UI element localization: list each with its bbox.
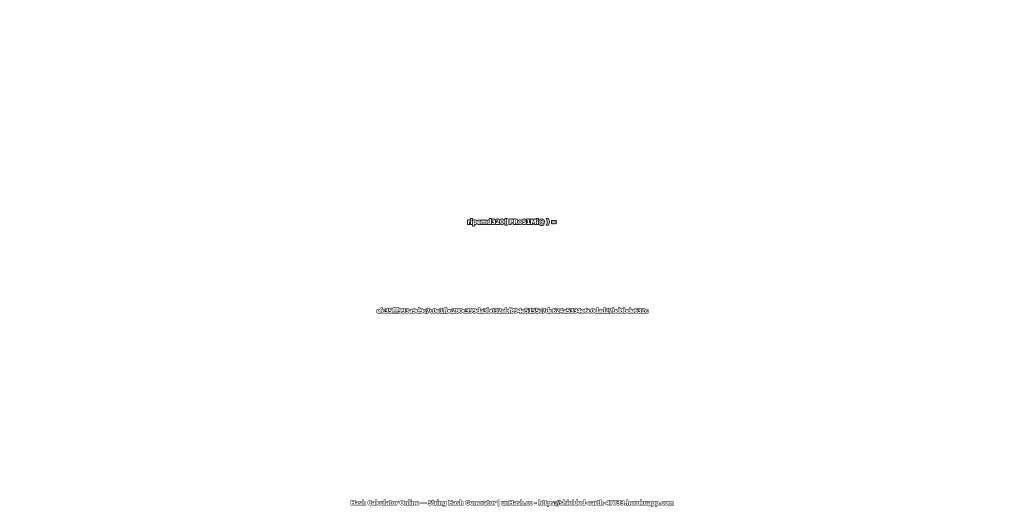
hash-output-value: efc35fff993a9d9c7c0e1fbc280c399da3b032eb… [376, 307, 649, 315]
hash-result-image: ripemd320( PRoS1Mi@ ) = efc35fff993a9d9c… [0, 0, 1024, 512]
site-footer-caption: Hash Calculator Online — String Hash Gen… [350, 500, 674, 508]
hash-expression-title: ripemd320( PRoS1Mi@ ) = [467, 218, 558, 227]
